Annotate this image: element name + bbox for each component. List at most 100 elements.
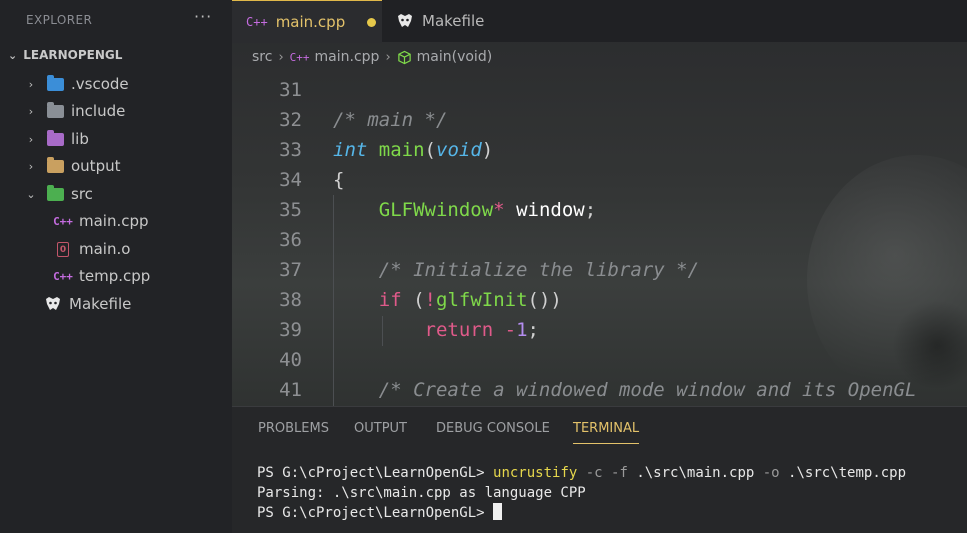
code-text: /* main */ — [333, 105, 447, 135]
lib-folder-icon — [46, 129, 64, 147]
folder-shape — [46, 156, 64, 173]
tree-item-label: .vscode — [71, 75, 129, 93]
code-token: ()) — [527, 289, 562, 311]
cube-icon — [397, 50, 412, 65]
tree-item-main-o[interactable]: 0 main.o — [0, 236, 232, 262]
code-text: /* Initialize the library */ — [333, 255, 699, 285]
tab-output[interactable]: OUTPUT — [354, 421, 407, 436]
tab-problems[interactable]: PROBLEMS — [258, 421, 329, 436]
cpp-file-icon: C++ — [246, 15, 268, 29]
chevron-down-icon: ⌄ — [26, 187, 36, 201]
code-text: /* Create a windowed mode window and its… — [333, 375, 917, 405]
terminal-arg: -c — [577, 465, 612, 481]
code-line: 41 /* Create a windowed mode window and … — [232, 375, 967, 405]
line-number: 38 — [279, 289, 302, 311]
tree-item-label: main.cpp — [79, 212, 149, 230]
tree-item-temp-cpp[interactable]: C++ temp.cpp — [0, 263, 232, 289]
code-token: ) — [481, 139, 494, 161]
terminal-args: -c -f .\src\main.cpp -o .\src\temp.cpp — [577, 465, 906, 481]
chevron-right-icon: › — [28, 77, 34, 91]
terminal-line-3: PS G:\cProject\LearnOpenGL> — [257, 503, 906, 523]
code-token: ( — [401, 289, 425, 311]
breadcrumb-src[interactable]: src — [252, 49, 272, 65]
more-actions-button[interactable]: ··· — [194, 7, 212, 26]
code-token: int — [333, 139, 368, 161]
code-line: 40 — [232, 345, 967, 375]
code-token: { — [333, 169, 345, 191]
chevron-right-icon: › — [28, 159, 34, 173]
code-line: 38 if (!glfwInit()) — [232, 285, 967, 315]
tree-item-makefile[interactable]: Makefile — [0, 291, 232, 317]
terminal-command: uncrustify — [493, 465, 578, 481]
tab-makefile[interactable]: Makefile — [396, 0, 484, 42]
line-number: 33 — [279, 139, 302, 161]
tree-item-label: Makefile — [69, 295, 132, 313]
code-text: return -1; — [333, 315, 539, 345]
tree-item-vscode[interactable]: › .vscode — [0, 71, 232, 97]
code-token: void — [436, 139, 482, 161]
editor-tabs: C++ main.cpp Makefile — [232, 0, 967, 43]
tab-main-cpp[interactable]: C++ main.cpp — [232, 0, 382, 43]
code-line: 33 int main(void) — [232, 135, 967, 165]
tree-item-label: src — [71, 185, 93, 203]
tree-item-include[interactable]: › include — [0, 98, 232, 124]
line-number: 40 — [279, 349, 302, 371]
unsaved-dot-icon[interactable] — [367, 17, 377, 27]
code-token: * — [493, 199, 505, 221]
tree-item-lib[interactable]: › lib — [0, 126, 232, 152]
code-token: ! — [424, 289, 436, 311]
tree-item-output[interactable]: › output — [0, 153, 232, 179]
code-token: main — [378, 139, 425, 161]
code-line: 36 — [232, 225, 967, 255]
code-token: glfwInit — [436, 289, 528, 311]
tree-item-src[interactable]: ⌄ src — [0, 181, 232, 207]
line-number: 32 — [279, 109, 302, 131]
bottom-panel: PROBLEMS OUTPUT DEBUG CONSOLE TERMINAL P… — [232, 406, 967, 533]
chevron-right-icon: › — [278, 49, 284, 65]
folder-shape — [46, 101, 64, 118]
tree-item-label: temp.cpp — [79, 267, 151, 285]
line-number: 39 — [279, 319, 302, 341]
object-file-icon: 0 — [54, 241, 72, 257]
terminal[interactable]: PS G:\cProject\LearnOpenGL> uncrustify -… — [257, 463, 906, 523]
line-number: 31 — [279, 79, 302, 101]
explorer-sidebar: EXPLORER ··· ⌄ LEARNOPENGL › .vscode › incl… — [0, 0, 232, 533]
code-token: 1 — [516, 319, 528, 341]
chevron-right-icon: › — [28, 132, 34, 146]
folder-shape — [46, 129, 64, 146]
explorer-title: EXPLORER — [26, 13, 93, 27]
code-line: 35 GLFWwindow* window; — [232, 195, 967, 225]
line-number: 35 — [279, 199, 302, 221]
terminal-cursor — [493, 503, 503, 520]
object-file-shape: 0 — [57, 241, 69, 257]
code-token: GLFWwindow — [378, 199, 494, 221]
terminal-arg: .\src\temp.cpp — [779, 465, 907, 481]
breadcrumb-symbol[interactable]: main(void) — [417, 49, 493, 65]
tab-terminal[interactable]: TERMINAL — [573, 421, 640, 444]
terminal-arg: -f — [611, 465, 628, 481]
makefile-icon — [44, 296, 62, 312]
terminal-output: Parsing: .\src\main.cpp as language CPP — [257, 485, 586, 501]
tree-item-main-cpp[interactable]: C++ main.cpp — [0, 208, 232, 234]
code-text: { — [333, 165, 344, 195]
code-token: /* Initialize the library */ — [378, 259, 700, 281]
chevron-right-icon: › — [385, 49, 391, 65]
cpp-file-icon: C++ — [289, 50, 310, 64]
makefile-icon — [396, 13, 414, 29]
project-root[interactable]: ⌄ LEARNOPENGL — [8, 48, 122, 62]
tab-debug-console[interactable]: DEBUG CONSOLE — [436, 421, 550, 436]
vscode-folder-icon — [46, 74, 64, 92]
code-token: return — [424, 319, 494, 341]
code-token: /* main */ — [333, 109, 448, 131]
breadcrumb-file[interactable]: main.cpp — [315, 49, 380, 65]
folder-shape — [46, 74, 64, 91]
code-token: window — [516, 199, 585, 221]
folder-shape — [46, 184, 64, 201]
cpp-file-icon: C++ — [53, 269, 73, 283]
chevron-right-icon: › — [28, 104, 34, 118]
include-folder-icon — [46, 101, 64, 119]
code-token: ; — [584, 199, 597, 221]
